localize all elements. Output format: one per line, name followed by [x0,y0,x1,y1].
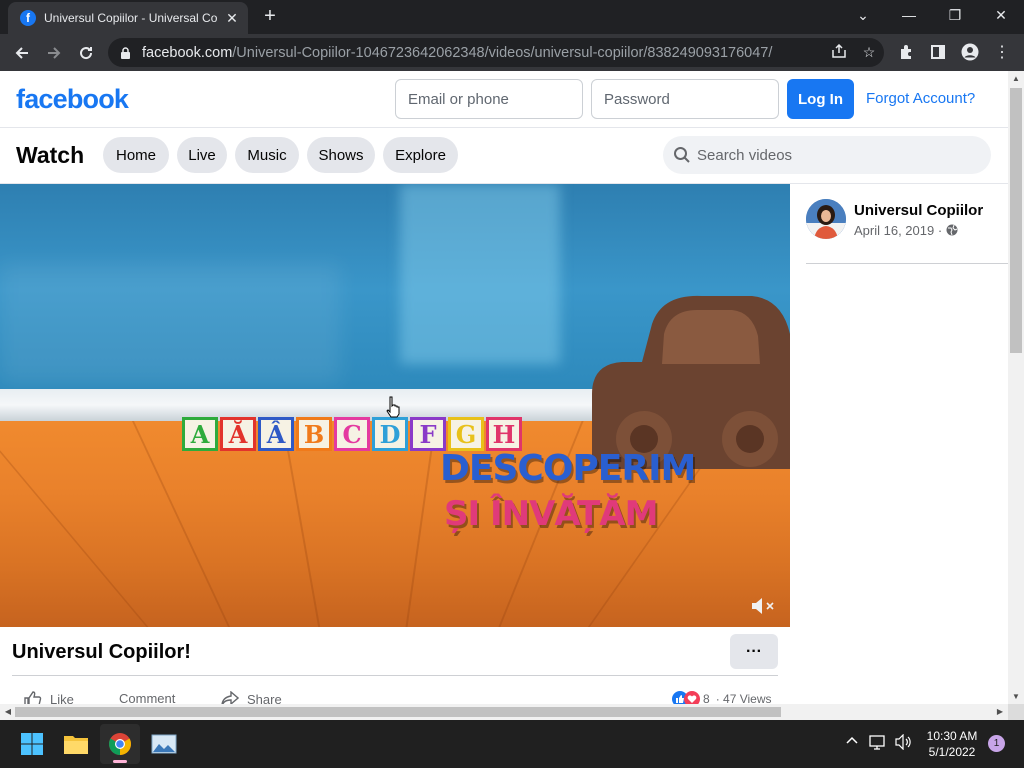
notification-badge[interactable]: 1 [988,735,1005,752]
new-tab-button[interactable]: + [258,4,282,28]
watch-title: Watch [16,142,85,168]
vertical-scrollbar[interactable]: ▲ ▼ [1008,71,1024,705]
share-page-icon[interactable] [824,43,854,61]
forgot-account-link[interactable]: Forgot Account? [866,90,975,107]
video-info-panel: Universul Copiilor April 16, 2019 · [790,184,1008,704]
video-text-line1: DESCOPERIM [440,448,696,489]
profile-icon[interactable] [954,36,986,68]
chrome-button[interactable] [100,724,140,764]
scroll-right-icon[interactable]: ▶ [992,704,1008,720]
menu-dots-icon[interactable]: ⋮ [986,36,1018,68]
letter-block: C [334,417,370,451]
url-host: facebook.com [142,44,233,61]
letter-block: H [486,417,522,451]
chrome-icon [109,733,131,755]
address-bar[interactable]: facebook.com/Universul-Copiilor-10467236… [108,38,884,67]
back-arrow-icon[interactable] [6,37,38,69]
video-details: Universul Copiilor! ··· Like Comment Sha… [0,627,790,707]
scroll-down-icon[interactable]: ▼ [1008,689,1024,705]
login-button[interactable]: Log In [787,79,854,119]
windows-taskbar: 10:30 AM 5/1/2022 1 [0,720,1024,768]
show-hidden-icons-chevron-icon[interactable] [842,734,862,754]
start-button[interactable] [12,724,52,764]
clock-time: 10:30 AM [926,729,978,743]
search-placeholder: Search videos [697,146,793,164]
watch-nav-bar: Watch Home Live Music Shows Explore Sear… [0,128,1008,184]
tab-title: Universul Copiilor - Universal Co [44,11,218,25]
volume-icon[interactable] [893,733,913,754]
facebook-logo[interactable]: facebook [16,84,129,115]
horizontal-scroll-thumb[interactable] [15,707,781,717]
details-divider [12,675,778,676]
tab-music[interactable]: Music [235,137,299,173]
globe-icon [946,224,958,236]
mute-icon[interactable] [750,596,776,616]
minimize-button[interactable]: — [886,0,932,30]
letter-block: B [296,417,332,451]
letter-block: A [182,417,218,451]
tab-explore[interactable]: Explore [383,137,458,173]
vertical-scroll-thumb[interactable] [1010,88,1022,353]
tab-shows[interactable]: Shows [307,137,375,173]
video-text-line2: ȘI ÎNVĂȚĂM [444,494,658,534]
letter-block: Â [258,417,294,451]
clock-date: 5/1/2022 [928,745,976,759]
tab-search-icon[interactable]: ⌄ [840,0,886,30]
reload-icon[interactable] [70,37,102,69]
photos-app-button[interactable] [144,724,184,764]
restore-button[interactable]: ❐ [932,0,978,30]
post-date-text: April 16, 2019 · [854,223,943,238]
lock-icon[interactable] [120,46,132,59]
letter-block: G [448,417,484,451]
facebook-header: facebook Email or phone Password Log In … [0,71,1008,128]
panel-divider [806,263,1008,264]
extensions-icon[interactable] [890,36,922,68]
tab-home[interactable]: Home [103,137,169,173]
windows-logo-icon [21,733,43,755]
system-clock[interactable]: 10:30 AM 5/1/2022 [920,728,984,760]
search-icon [674,147,690,163]
scroll-up-icon[interactable]: ▲ [1008,71,1024,87]
browser-tab-strip: f Universul Copiilor - Universal Co ✕ + … [0,0,1024,34]
close-tab-icon[interactable]: ✕ [224,10,240,27]
more-options-button[interactable]: ··· [730,634,778,669]
bookmark-star-icon[interactable]: ☆ [854,44,884,61]
scroll-left-icon[interactable]: ◀ [0,704,16,720]
post-date[interactable]: April 16, 2019 · [854,223,958,238]
network-display-icon[interactable] [868,734,888,754]
scroll-corner [1008,704,1024,720]
horizontal-scrollbar[interactable]: ◀ ▶ [0,704,1008,720]
side-panel-icon[interactable] [922,36,954,68]
file-explorer-button[interactable] [56,724,96,764]
letter-block: F [410,417,446,451]
url-path: /Universul-Copiilor-1046723642062348/vid… [232,44,773,61]
video-title: Universul Copiilor! [12,641,191,663]
alphabet-blocks: AĂÂBCDFGH [182,417,522,451]
password-field[interactable]: Password [591,79,779,119]
letter-block: Ă [220,417,256,451]
browser-tab[interactable]: f Universul Copiilor - Universal Co ✕ [8,2,248,34]
browser-toolbar: facebook.com/Universul-Copiilor-10467236… [0,34,1024,71]
page-name-link[interactable]: Universul Copiilor [854,202,983,219]
url-text: facebook.com/Universul-Copiilor-10467236… [142,45,824,61]
page-avatar[interactable] [806,199,846,239]
email-field[interactable]: Email or phone [395,79,583,119]
forward-arrow-icon[interactable] [38,37,70,69]
mouse-pointer-hand-icon [386,396,400,418]
close-window-button[interactable]: ✕ [978,0,1024,30]
folder-icon [64,736,88,754]
tab-live[interactable]: Live [177,137,227,173]
wooden-car-toy [592,295,790,469]
video-search-input[interactable]: Search videos [663,136,991,174]
active-app-indicator [113,760,127,763]
facebook-favicon-icon: f [20,10,36,26]
image-viewer-icon [151,734,177,754]
letter-block: D [372,417,408,451]
